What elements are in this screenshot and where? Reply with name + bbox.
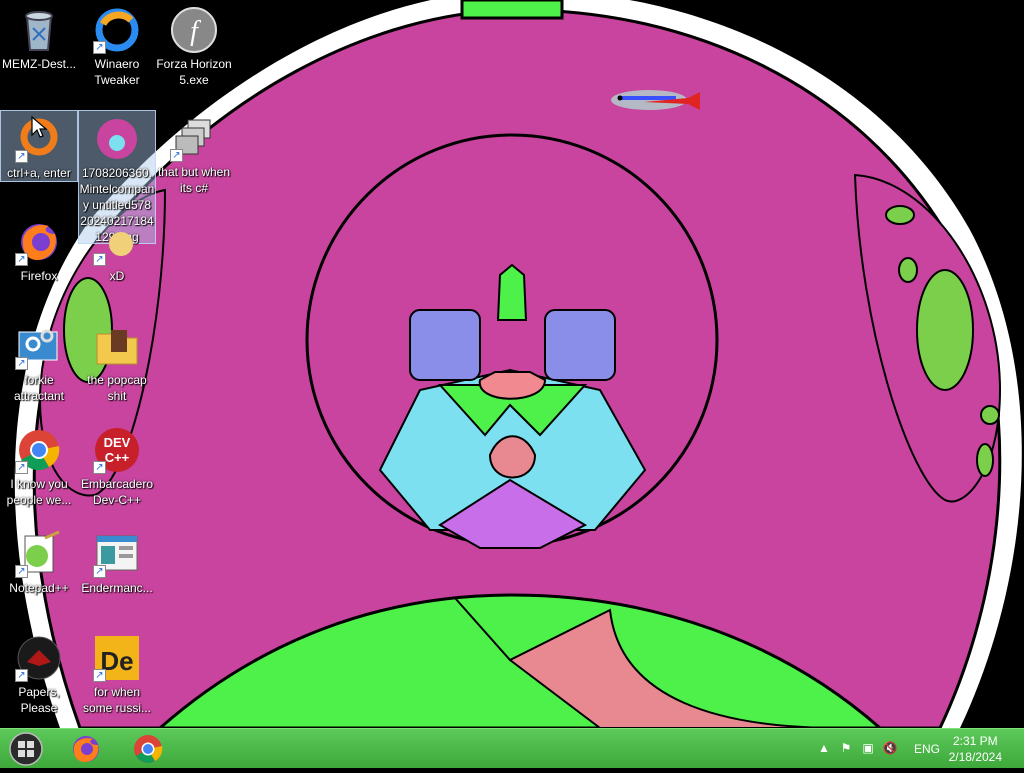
clock[interactable]: 2:31 PM 2/18/2024 xyxy=(949,733,1002,765)
action-center-flag-icon[interactable]: ⚑ xyxy=(838,741,854,757)
desktop-icon-notepadpp[interactable]: ↗ Notepad++ xyxy=(0,526,78,626)
mouse-cursor-icon xyxy=(31,116,47,138)
volume-muted-icon[interactable]: 🔇 xyxy=(882,741,898,757)
desktop-icon-de[interactable]: De ↗ for when some russi... xyxy=(78,630,156,730)
show-hidden-icons-chevron[interactable]: ▲ xyxy=(816,741,832,757)
fish-overlay-icon xyxy=(611,90,700,110)
desktop-icon-memz[interactable]: MEMZ-Dest... xyxy=(0,2,78,102)
flash-icon: f xyxy=(170,6,218,54)
desktop-icon-winaero[interactable]: ↗ Winaero Tweaker xyxy=(78,2,156,102)
app-window-icon: ↗ xyxy=(93,530,141,578)
shortcut-arrow-icon: ↗ xyxy=(93,669,106,682)
svg-text:C++: C++ xyxy=(105,450,130,465)
desktop-icon-firefox[interactable]: ↗ Firefox xyxy=(0,214,78,314)
notepadpp-icon: ↗ xyxy=(15,530,63,578)
windows-logo-icon xyxy=(9,732,43,766)
shortcut-arrow-icon: ↗ xyxy=(15,150,28,163)
shortcut-arrow-icon: ↗ xyxy=(15,357,28,370)
desktop-icon-devcpp[interactable]: DEV C++ ↗ Embarcadero Dev-C++ xyxy=(78,422,156,522)
desktop-icon-popcap[interactable]: the popcap shit xyxy=(78,318,156,418)
firefox-icon xyxy=(73,736,99,762)
desktop-icon-chrome[interactable]: ↗ I know you people we... xyxy=(0,422,78,522)
folder-icon xyxy=(93,322,141,370)
shortcut-arrow-icon: ↗ xyxy=(15,253,28,266)
de-icon: De ↗ xyxy=(93,634,141,682)
papers-please-icon: ↗ xyxy=(15,634,63,682)
winaero-icon: ↗ xyxy=(93,6,141,54)
desktop-icon-that-but-when[interactable]: ↗ that but when its c# xyxy=(155,110,233,210)
shortcut-arrow-icon: ↗ xyxy=(93,461,106,474)
shortcut-arrow-icon: ↗ xyxy=(170,149,183,162)
stacked-windows-icon: ↗ xyxy=(170,114,218,162)
firefox-icon: ↗ xyxy=(15,218,63,266)
clock-time: 2:31 PM xyxy=(952,734,998,748)
taskbar-firefox[interactable] xyxy=(60,731,112,767)
desktop-icon-papers-please[interactable]: ↗ Papers, Please xyxy=(0,630,78,730)
network-icon[interactable]: ▣ xyxy=(860,741,876,757)
svg-text:DEV: DEV xyxy=(104,435,131,450)
shortcut-arrow-icon: ↗ xyxy=(15,461,28,474)
recycle-bin-icon xyxy=(15,6,63,54)
devcpp-icon: DEV C++ ↗ xyxy=(93,426,141,474)
desktop-icon-forza[interactable]: f Forza Horizon 5.exe xyxy=(155,2,233,102)
language-indicator[interactable]: ENG xyxy=(914,742,940,756)
desktop-icon-forkie-attractant[interactable]: ↗ forkie attractant xyxy=(0,318,78,418)
start-button[interactable] xyxy=(6,730,46,768)
xd-icon: ↗ xyxy=(93,218,141,266)
shortcut-arrow-icon: ↗ xyxy=(15,565,28,578)
taskbar-chrome[interactable] xyxy=(122,731,174,767)
shortcut-arrow-icon: ↗ xyxy=(15,669,28,682)
taskbar: ▲ ⚑ ▣ 🔇 ENG 2:31 PM 2/18/2024 xyxy=(0,728,1024,768)
image-file-icon xyxy=(93,115,141,163)
desktop-icon-endermanch[interactable]: ↗ Endermanc... xyxy=(78,526,156,626)
settings-window-icon: ↗ xyxy=(15,322,63,370)
shortcut-arrow-icon: ↗ xyxy=(93,253,106,266)
desktop-icon-xd[interactable]: ↗ xD xyxy=(78,214,156,314)
shortcut-arrow-icon: ↗ xyxy=(93,565,106,578)
clock-date: 2/18/2024 xyxy=(948,750,1002,764)
chrome-icon xyxy=(134,735,163,763)
chrome-icon: ↗ xyxy=(15,426,63,474)
shortcut-arrow-icon: ↗ xyxy=(93,41,106,54)
